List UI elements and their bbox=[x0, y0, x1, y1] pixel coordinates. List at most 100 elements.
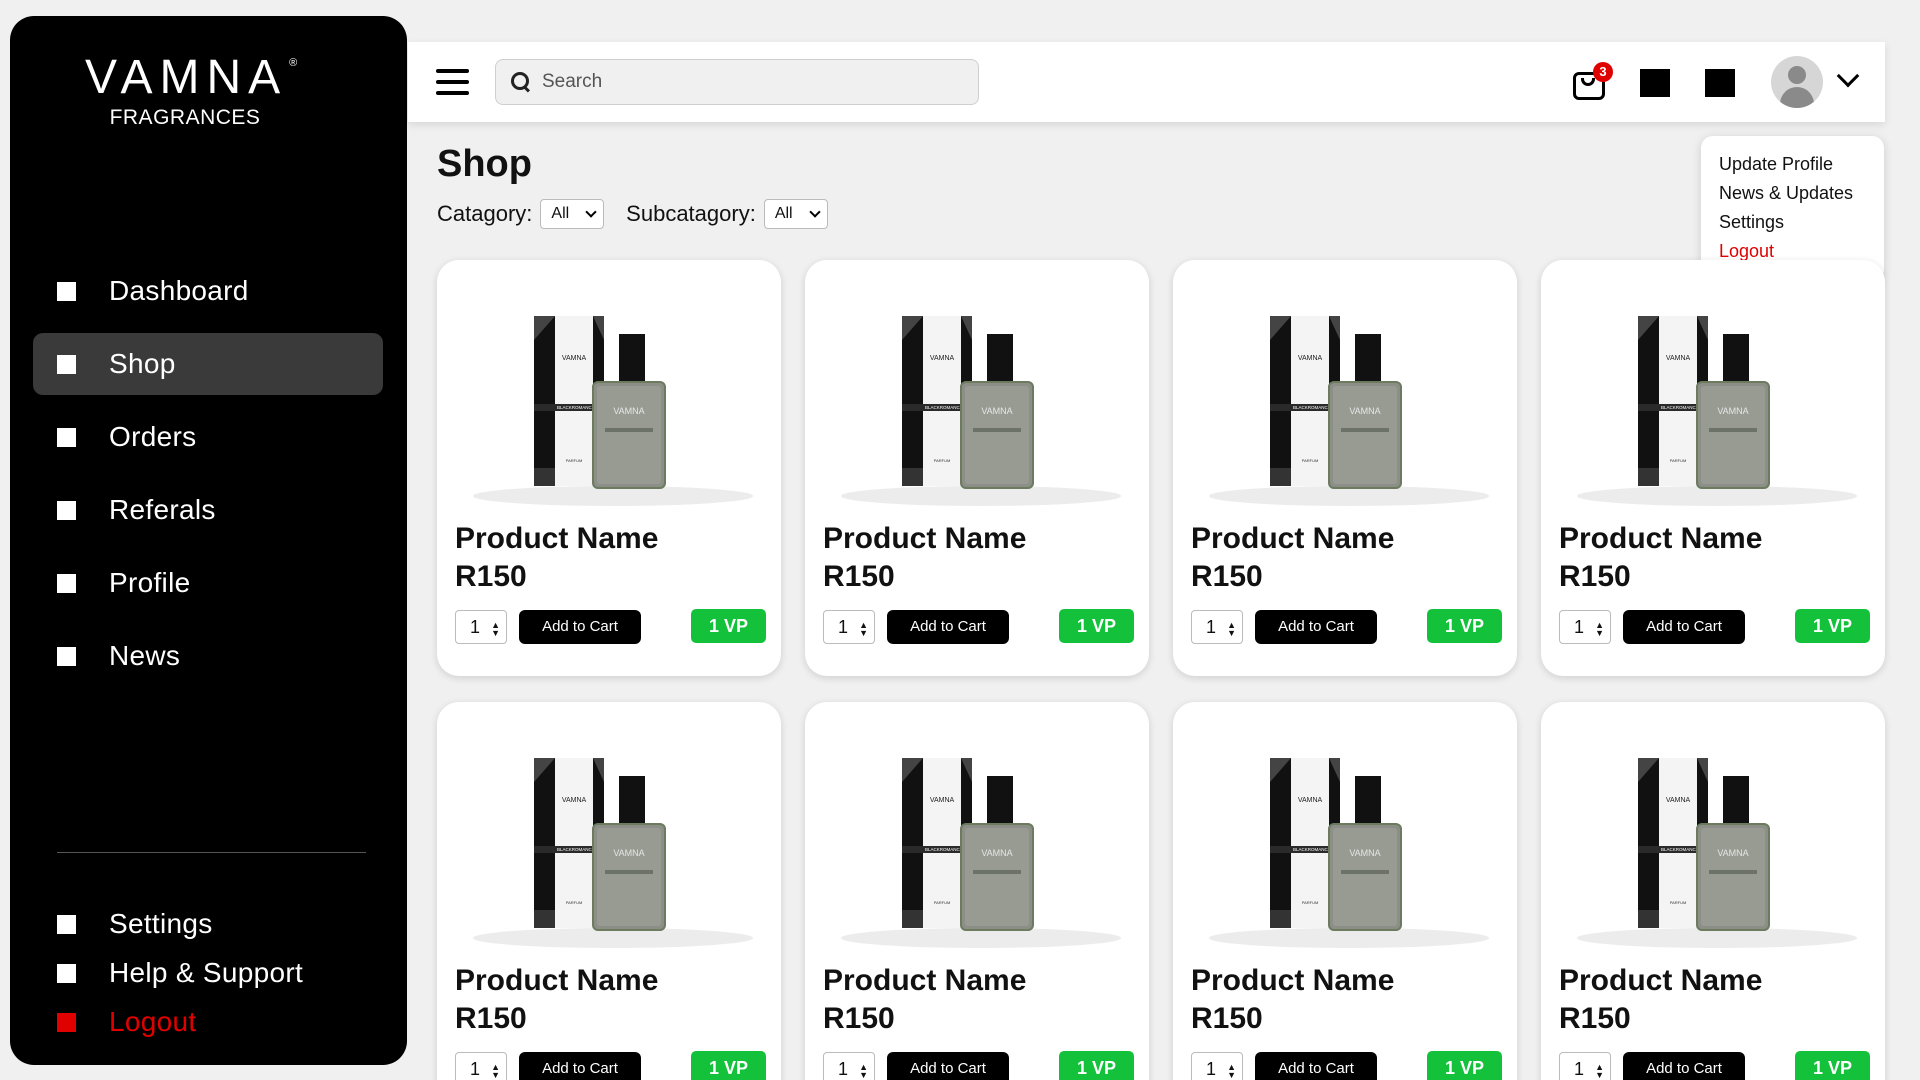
product-name[interactable]: Product Name bbox=[823, 522, 1026, 556]
stepper-arrows-icon: ▲ ▼ bbox=[859, 1062, 868, 1080]
product-card[interactable]: VAMNA BLACKROMANCE PARFUM VAMNA Product … bbox=[805, 260, 1149, 676]
product-image[interactable]: VAMNA BLACKROMANCE PARFUM VAMNA bbox=[453, 742, 765, 952]
vp-badge: 1 VP bbox=[691, 1051, 766, 1080]
sidebar-item-settings[interactable]: Settings bbox=[33, 904, 383, 944]
product-name[interactable]: Product Name bbox=[1191, 522, 1394, 556]
quantity-stepper[interactable]: 1 ▲ ▼ bbox=[823, 1052, 875, 1080]
sidebar-item-shop[interactable]: Shop bbox=[33, 333, 383, 395]
box-label-text: PARFUM bbox=[1302, 900, 1319, 905]
sidebar-item-help-support[interactable]: Help & Support bbox=[33, 953, 383, 993]
add-to-cart-button[interactable]: Add to Cart bbox=[1255, 610, 1377, 644]
quantity-stepper[interactable]: 1 ▲ ▼ bbox=[455, 1052, 507, 1080]
chevron-down-icon bbox=[585, 206, 597, 218]
referals-icon bbox=[57, 500, 76, 520]
box-label-text: PARFUM bbox=[1302, 458, 1319, 463]
profile-icon bbox=[57, 573, 76, 593]
topbar: 3 bbox=[408, 42, 1885, 122]
cart-icon[interactable]: 3 bbox=[1571, 62, 1613, 102]
product-name[interactable]: Product Name bbox=[1559, 964, 1762, 998]
category-select[interactable]: All bbox=[540, 199, 605, 229]
product-image[interactable]: VAMNA BLACKROMANCE PARFUM VAMNA bbox=[1189, 742, 1501, 952]
brand-logo[interactable]: VAMNA ® FRAGRANCES bbox=[85, 54, 297, 130]
bottle-brand-text: VAMNA bbox=[981, 406, 1012, 416]
box-label-text: PARFUM bbox=[566, 900, 583, 905]
product-name[interactable]: Product Name bbox=[455, 964, 658, 998]
box-label-text: PARFUM bbox=[1670, 458, 1687, 463]
product-card[interactable]: VAMNA BLACKROMANCE PARFUM VAMNA Product … bbox=[437, 702, 781, 1080]
box-label-text: PARFUM bbox=[566, 458, 583, 463]
quantity-stepper[interactable]: 1 ▲ ▼ bbox=[1191, 610, 1243, 644]
subcategory-select[interactable]: All bbox=[763, 199, 828, 229]
add-to-cart-button[interactable]: Add to Cart bbox=[1623, 610, 1745, 644]
settings-icon bbox=[57, 914, 76, 934]
product-name[interactable]: Product Name bbox=[823, 964, 1026, 998]
sidebar-item-label: Orders bbox=[109, 421, 197, 452]
menu-item-news-updates[interactable]: News & Updates bbox=[1719, 183, 1884, 212]
add-to-cart-button[interactable]: Add to Cart bbox=[887, 1052, 1009, 1080]
product-image[interactable]: VAMNA BLACKROMANCE PARFUM VAMNA bbox=[453, 300, 765, 510]
product-name[interactable]: Product Name bbox=[455, 522, 658, 556]
notifications-icon[interactable] bbox=[1640, 69, 1670, 97]
product-image[interactable]: VAMNA BLACKROMANCE PARFUM VAMNA bbox=[1189, 300, 1501, 510]
add-to-cart-button[interactable]: Add to Cart bbox=[887, 610, 1009, 644]
sidebar-divider bbox=[57, 852, 366, 853]
menu-item-settings[interactable]: Settings bbox=[1719, 212, 1884, 241]
product-price: R150 bbox=[823, 560, 895, 593]
add-to-cart-button[interactable]: Add to Cart bbox=[519, 610, 641, 644]
quantity-stepper[interactable]: 1 ▲ ▼ bbox=[1191, 1052, 1243, 1080]
messages-icon[interactable] bbox=[1705, 69, 1735, 97]
sidebar: VAMNA ® FRAGRANCES Dashboard Shop Orders … bbox=[10, 16, 407, 1065]
quantity-stepper[interactable]: 1 ▲ ▼ bbox=[455, 610, 507, 644]
product-card[interactable]: VAMNA BLACKROMANCE PARFUM VAMNA Product … bbox=[1173, 702, 1517, 1080]
category-label: Catagory: bbox=[437, 201, 533, 226]
add-to-cart-button[interactable]: Add to Cart bbox=[519, 1052, 641, 1080]
chevron-down-icon bbox=[808, 206, 821, 218]
product-card[interactable]: VAMNA BLACKROMANCE PARFUM VAMNA Product … bbox=[1541, 260, 1885, 676]
shop-icon bbox=[57, 354, 76, 374]
quantity-stepper[interactable]: 1 ▲ ▼ bbox=[823, 610, 875, 644]
avatar[interactable] bbox=[1771, 56, 1823, 108]
stepper-arrows-icon: ▲ ▼ bbox=[859, 620, 868, 638]
dashboard-icon bbox=[57, 281, 76, 301]
product-image[interactable]: VAMNA BLACKROMANCE PARFUM VAMNA bbox=[1557, 300, 1869, 510]
vp-badge: 1 VP bbox=[1427, 1051, 1502, 1080]
sidebar-item-label: Settings bbox=[109, 908, 213, 939]
sidebar-item-dashboard[interactable]: Dashboard bbox=[33, 260, 383, 322]
menu-item-update-profile[interactable]: Update Profile bbox=[1719, 154, 1884, 183]
product-card[interactable]: VAMNA BLACKROMANCE PARFUM VAMNA Product … bbox=[437, 260, 781, 676]
quantity-value: 1 bbox=[1574, 616, 1585, 637]
add-to-cart-button[interactable]: Add to Cart bbox=[1255, 1052, 1377, 1080]
product-name[interactable]: Product Name bbox=[1559, 522, 1762, 556]
chevron-down-icon[interactable] bbox=[1836, 64, 1860, 88]
quantity-stepper[interactable]: 1 ▲ ▼ bbox=[1559, 1052, 1611, 1080]
box-brand-text: VAMNA bbox=[930, 797, 955, 804]
stepper-arrows-icon: ▲ ▼ bbox=[1227, 620, 1236, 638]
sidebar-item-referals[interactable]: Referals bbox=[33, 479, 383, 541]
product-card[interactable]: VAMNA BLACKROMANCE PARFUM VAMNA Product … bbox=[805, 702, 1149, 1080]
quantity-stepper[interactable]: 1 ▲ ▼ bbox=[1559, 610, 1611, 644]
product-price: R150 bbox=[1559, 1002, 1631, 1035]
menu-icon[interactable] bbox=[436, 69, 469, 95]
quantity-value: 1 bbox=[838, 1058, 849, 1079]
product-image[interactable]: VAMNA BLACKROMANCE PARFUM VAMNA bbox=[821, 300, 1133, 510]
filter-bar: Catagory: All Subcatagory: All bbox=[437, 199, 828, 229]
product-price: R150 bbox=[823, 1002, 895, 1035]
product-card[interactable]: VAMNA BLACKROMANCE PARFUM VAMNA Product … bbox=[1541, 702, 1885, 1080]
box-band-text: BLACKROMANCE bbox=[1293, 847, 1331, 852]
sidebar-bottom-nav: Settings Help & Support Logout bbox=[33, 904, 383, 1051]
search-input[interactable] bbox=[542, 71, 962, 93]
product-image[interactable]: VAMNA BLACKROMANCE PARFUM VAMNA bbox=[821, 742, 1133, 952]
product-image[interactable]: VAMNA BLACKROMANCE PARFUM VAMNA bbox=[1557, 742, 1869, 952]
box-brand-text: VAMNA bbox=[930, 355, 955, 362]
sidebar-item-profile[interactable]: Profile bbox=[33, 552, 383, 614]
sidebar-item-news[interactable]: News bbox=[33, 625, 383, 687]
brand-subtitle: FRAGRANCES bbox=[109, 106, 261, 129]
product-card[interactable]: VAMNA BLACKROMANCE PARFUM VAMNA Product … bbox=[1173, 260, 1517, 676]
add-to-cart-button[interactable]: Add to Cart bbox=[1623, 1052, 1745, 1080]
sidebar-item-logout[interactable]: Logout bbox=[33, 1002, 383, 1042]
sidebar-item-orders[interactable]: Orders bbox=[33, 406, 383, 468]
search-bar[interactable] bbox=[495, 59, 979, 105]
product-name[interactable]: Product Name bbox=[1191, 964, 1394, 998]
box-brand-text: VAMNA bbox=[562, 355, 587, 362]
news-icon bbox=[57, 646, 76, 666]
